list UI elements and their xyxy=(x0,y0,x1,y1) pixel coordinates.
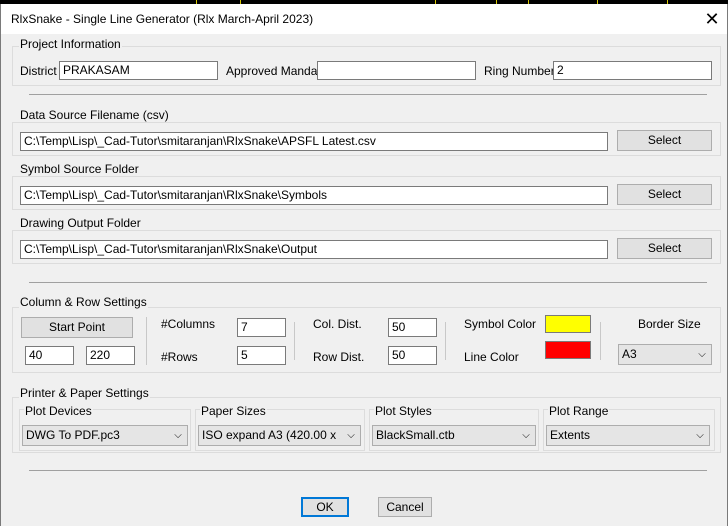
data-source-path-field[interactable]: C:\Temp\Lisp\_Cad-Tutor\smitaranjan\RlxS… xyxy=(20,132,608,151)
symbol-source-label: Symbol Source Folder xyxy=(19,162,140,176)
divider xyxy=(600,322,601,360)
ring-number-label: Ring Number xyxy=(484,64,555,78)
separator xyxy=(29,94,707,95)
col-dist-label: Col. Dist. xyxy=(313,317,362,331)
start-x-field[interactable]: 40 xyxy=(25,346,74,365)
approved-mandal-field[interactable] xyxy=(317,61,476,80)
separator xyxy=(29,470,707,471)
dialog-window: RlxSnake - Single Line Generator (Rlx Ma… xyxy=(0,4,728,526)
project-information-label: Project Information xyxy=(19,37,122,51)
chevron-down-icon: ⌵ xyxy=(342,426,360,445)
district-label: District xyxy=(20,64,57,78)
paper-sizes-select[interactable]: ISO expand A3 (420.00 x 297 ⌵ xyxy=(198,425,361,446)
column-row-settings-label: Column & Row Settings xyxy=(19,295,148,309)
data-source-select-button[interactable]: Select xyxy=(617,130,712,151)
cancel-button[interactable]: Cancel xyxy=(378,497,432,517)
rows-label: #Rows xyxy=(161,350,198,364)
symbol-source-select-button[interactable]: Select xyxy=(617,184,712,205)
plot-devices-label: Plot Devices xyxy=(24,404,93,418)
district-field[interactable]: PRAKASAM xyxy=(59,61,218,80)
printer-paper-settings-label: Printer & Paper Settings xyxy=(19,386,150,400)
border-size-value: A3 xyxy=(622,347,637,361)
plot-devices-select[interactable]: DWG To PDF.pc3 ⌵ xyxy=(22,425,188,446)
drawing-output-label: Drawing Output Folder xyxy=(19,216,142,230)
border-size-label: Border Size xyxy=(638,317,701,331)
paper-sizes-label: Paper Sizes xyxy=(200,404,267,418)
divider xyxy=(294,322,295,360)
columns-field[interactable]: 7 xyxy=(237,318,286,337)
ring-number-field[interactable]: 2 xyxy=(553,61,712,80)
divider xyxy=(146,317,147,365)
drawing-output-path-field[interactable]: C:\Temp\Lisp\_Cad-Tutor\smitaranjan\RlxS… xyxy=(20,240,608,259)
col-dist-field[interactable]: 50 xyxy=(388,318,437,337)
row-dist-field[interactable]: 50 xyxy=(388,346,437,365)
plot-range-value: Extents xyxy=(550,428,591,442)
plot-range-label: Plot Range xyxy=(548,404,610,418)
chevron-down-icon: ⌵ xyxy=(517,426,535,445)
separator xyxy=(29,282,707,283)
ok-button[interactable]: OK xyxy=(301,497,349,517)
symbol-color-label: Symbol Color xyxy=(464,317,537,331)
start-point-button[interactable]: Start Point xyxy=(21,317,133,338)
start-y-field[interactable]: 220 xyxy=(86,346,135,365)
symbol-source-path-field[interactable]: C:\Temp\Lisp\_Cad-Tutor\smitaranjan\RlxS… xyxy=(20,186,608,205)
drawing-output-select-button[interactable]: Select xyxy=(617,238,712,259)
chevron-down-icon: ⌵ xyxy=(691,426,709,445)
approved-mandal-label: Approved Mandal xyxy=(226,64,321,78)
plot-devices-value: DWG To PDF.pc3 xyxy=(26,428,120,442)
chevron-down-icon: ⌵ xyxy=(169,426,187,445)
row-dist-label: Row Dist. xyxy=(313,350,365,364)
plot-styles-value: BlackSmall.ctb xyxy=(376,428,455,442)
rows-field[interactable]: 5 xyxy=(237,346,286,365)
line-color-swatch[interactable] xyxy=(545,341,591,359)
paper-sizes-value: ISO expand A3 (420.00 x 297 xyxy=(202,428,340,442)
plot-styles-label: Plot Styles xyxy=(374,404,433,418)
border-size-select[interactable]: A3 ⌵ xyxy=(618,344,712,365)
symbol-color-swatch[interactable] xyxy=(545,315,591,333)
line-color-label: Line Color xyxy=(464,350,519,364)
columns-label: #Columns xyxy=(161,317,216,331)
title-bar[interactable]: RlxSnake - Single Line Generator (Rlx Ma… xyxy=(1,4,727,34)
divider xyxy=(445,322,446,360)
data-source-label: Data Source Filename (csv) xyxy=(19,108,170,122)
chevron-down-icon: ⌵ xyxy=(693,345,711,364)
close-icon[interactable]: ✕ xyxy=(697,6,727,32)
window-title: RlxSnake - Single Line Generator (Rlx Ma… xyxy=(11,12,314,26)
plot-styles-select[interactable]: BlackSmall.ctb ⌵ xyxy=(372,425,536,446)
plot-range-select[interactable]: Extents ⌵ xyxy=(546,425,710,446)
